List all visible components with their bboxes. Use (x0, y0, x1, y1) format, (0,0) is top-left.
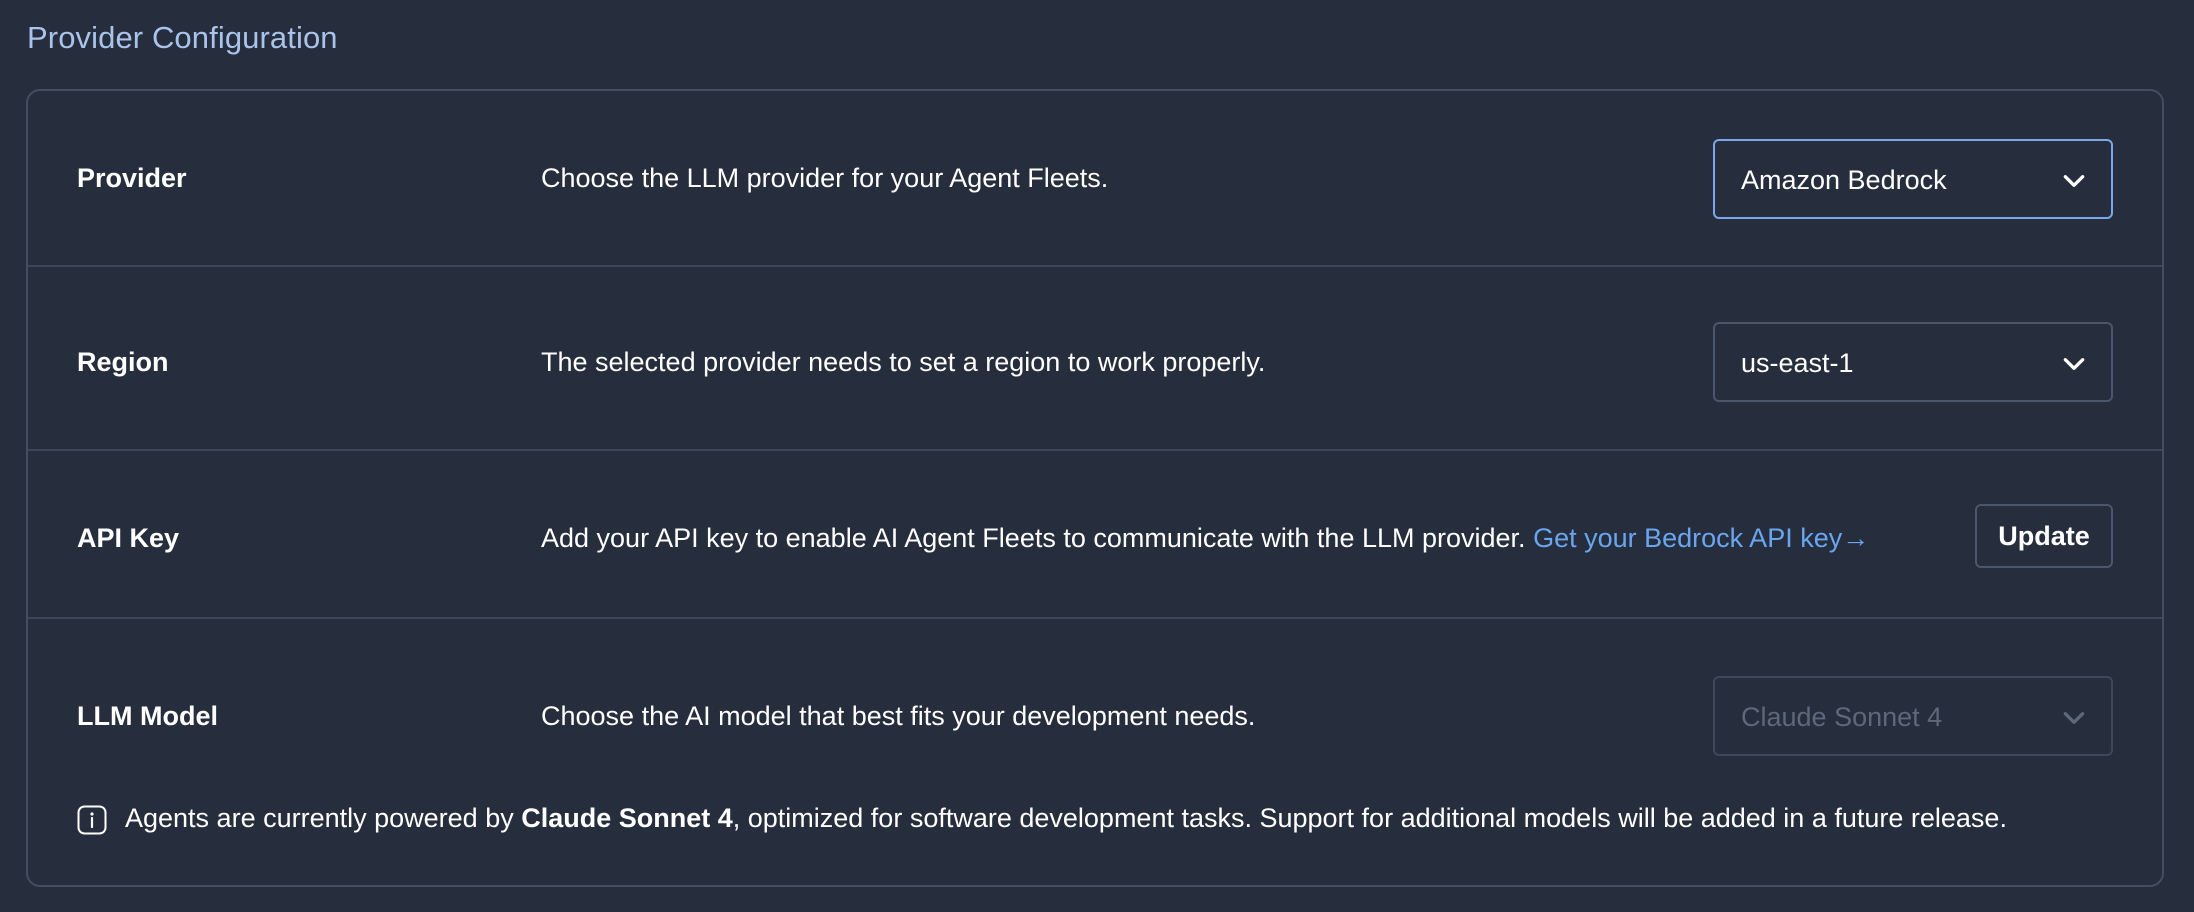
chevron-down-icon (2063, 358, 2085, 370)
llm-model-row: LLM Model Choose the AI model that best … (28, 619, 2162, 887)
chevron-down-icon (2063, 712, 2085, 724)
bedrock-api-key-link[interactable]: Get your Bedrock API key→ (1533, 523, 1869, 553)
model-info-prefix: Agents are currently powered by (125, 803, 522, 833)
update-button[interactable]: Update (1975, 504, 2113, 568)
api-key-description-text: Add your API key to enable AI Agent Flee… (541, 523, 1526, 553)
info-icon (77, 805, 107, 835)
provider-configuration-page: Provider Configuration Provider Choose t… (0, 0, 2194, 912)
region-select-value: us-east-1 (1741, 348, 1854, 378)
chevron-down-icon (2063, 175, 2085, 187)
region-row: Region The selected provider needs to se… (28, 267, 2162, 451)
provider-label: Provider (77, 163, 187, 193)
model-info-suffix: , optimized for software development tas… (732, 803, 2007, 833)
llm-model-select-value: Claude Sonnet 4 (1741, 702, 1943, 732)
provider-select-value: Amazon Bedrock (1741, 165, 1947, 195)
llm-model-label: LLM Model (77, 701, 218, 731)
arrow-right-icon: → (1842, 523, 1870, 553)
model-info-model-name: Claude Sonnet 4 (521, 803, 733, 833)
api-key-description: Add your API key to enable AI Agent Flee… (541, 523, 1869, 554)
region-description: The selected provider needs to set a reg… (541, 347, 1266, 377)
provider-row: Provider Choose the LLM provider for you… (28, 91, 2162, 267)
region-select[interactable]: us-east-1 (1713, 322, 2113, 402)
section-title: Provider Configuration (27, 20, 338, 55)
model-info-text: Agents are currently powered by Claude S… (125, 803, 2007, 834)
api-key-row: API Key Add your API key to enable AI Ag… (28, 451, 2162, 619)
api-key-label: API Key (77, 523, 180, 553)
provider-description: Choose the LLM provider for your Agent F… (541, 163, 1109, 193)
llm-model-description: Choose the AI model that best fits your … (541, 701, 1256, 731)
llm-model-select: Claude Sonnet 4 (1713, 676, 2113, 756)
region-label: Region (77, 347, 169, 377)
provider-select[interactable]: Amazon Bedrock (1713, 139, 2113, 219)
bedrock-api-key-link-text: Get your Bedrock API key (1533, 523, 1843, 553)
provider-configuration-card: Provider Choose the LLM provider for you… (26, 89, 2164, 887)
